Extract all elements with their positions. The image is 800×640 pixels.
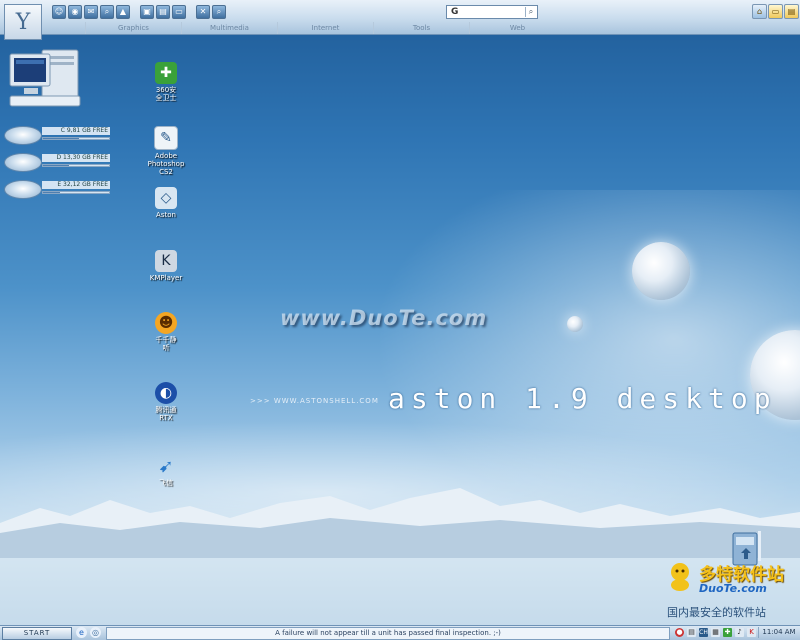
aston-icon: ◇ bbox=[155, 187, 177, 209]
taskbar: START e ◎ A failure will not appear till… bbox=[0, 625, 800, 640]
wallpaper-mountains bbox=[0, 488, 800, 558]
duote-watermark: www.DuoTe.com bbox=[280, 306, 488, 330]
duote-logo-line3: 国内最安全的软件站 bbox=[667, 606, 766, 619]
drive-e-label: E 32,12 GB FREE bbox=[42, 181, 110, 189]
aston-brand-text: aston 1.9 desktop bbox=[388, 382, 777, 415]
show-desktop-icon[interactable]: ◎ bbox=[90, 627, 101, 638]
tray-ime-icon[interactable]: ▦ bbox=[711, 628, 720, 637]
internet-explorer-icon[interactable]: e bbox=[76, 627, 87, 638]
aston-logo-icon: Y bbox=[15, 9, 31, 35]
drive-d-usage-bar bbox=[42, 164, 110, 167]
drive-disc-icon bbox=[4, 153, 42, 172]
tools-icon[interactable]: ✕ bbox=[196, 5, 210, 19]
drive-c-usage-bar bbox=[42, 137, 110, 140]
desktop-icon-label: Aston bbox=[156, 211, 176, 219]
window-minimize-all-icon[interactable]: ▭ bbox=[172, 5, 186, 19]
status-message: A failure will not appear till a unit ha… bbox=[106, 627, 670, 640]
desktop-icon-label: Adobe Photoshop CS2 bbox=[147, 152, 185, 176]
duote-logo-line2: DuoTe.com bbox=[699, 582, 767, 595]
quick-launch-eject-icon[interactable]: ▲ bbox=[116, 5, 130, 19]
quick-launch-search-icon[interactable]: ⌕ bbox=[100, 5, 114, 19]
duote-site-logo: 多特软件站 DuoTe.com 国内最安全的软件站 bbox=[667, 560, 797, 624]
wallpaper-clouds bbox=[380, 190, 800, 520]
shell-menu: Graphics Multimedia Internet Tools Web bbox=[85, 22, 565, 34]
top-bar: Y ☺ ◉ ✉ ⌕ ▲ ▣ ▤ ▭ ✕ ⌕ Graphics Multimedi… bbox=[0, 0, 800, 40]
documents-icon[interactable]: ▤ bbox=[784, 4, 799, 19]
folder-icon[interactable]: ▭ bbox=[768, 4, 783, 19]
fetion-icon: ➹ bbox=[158, 455, 174, 477]
search-input[interactable]: G ⌕ bbox=[446, 5, 538, 19]
desktop-icon-rtx[interactable]: ◐ 腾讯通 RTX bbox=[140, 382, 192, 422]
tray-antivirus-icon[interactable]: ● bbox=[675, 628, 684, 637]
duote-mascot-icon bbox=[671, 563, 689, 591]
desktop-icon-photoshop[interactable]: ✎ Adobe Photoshop CS2 bbox=[140, 126, 192, 176]
my-computer-icon[interactable] bbox=[6, 48, 84, 110]
search-icon[interactable]: ⌕ bbox=[525, 7, 536, 17]
tray-network-icon[interactable]: ▤ bbox=[687, 628, 696, 637]
rtx-icon: ◐ bbox=[155, 382, 177, 404]
menu-web[interactable]: Web bbox=[469, 22, 565, 34]
start-button[interactable]: START bbox=[2, 627, 72, 640]
menu-tools[interactable]: Tools bbox=[373, 22, 469, 34]
search-engine-label: G bbox=[451, 7, 459, 17]
desktop-icon-fetion[interactable]: ➹ 飞信 bbox=[140, 455, 192, 488]
feather-icon: ✎ bbox=[154, 126, 178, 150]
quick-launch-user-icon[interactable]: ☺ bbox=[52, 5, 66, 19]
start-button-label: START bbox=[23, 629, 51, 637]
menu-graphics[interactable]: Graphics bbox=[85, 22, 181, 34]
drive-d-label: D 13,30 GB FREE bbox=[42, 154, 110, 162]
drive-c-label: C 9,81 GB FREE bbox=[42, 127, 110, 135]
taskbar-clock: 11:04 AM bbox=[758, 627, 799, 638]
large-moon bbox=[632, 242, 690, 300]
menu-internet[interactable]: Internet bbox=[277, 22, 373, 34]
kmplayer-icon: K bbox=[155, 250, 177, 272]
tray-360-icon[interactable]: ✚ bbox=[723, 628, 732, 637]
ttplayer-icon: ☻ bbox=[155, 312, 177, 334]
shield-icon: ✚ bbox=[155, 62, 177, 84]
desktop-icon-ttplayer[interactable]: ☻ 千千静 听 bbox=[140, 312, 192, 352]
desktop-icon-label: 360安 全卫士 bbox=[155, 86, 177, 102]
astonshell-url: >>> WWW.ASTONSHELL.COM bbox=[250, 397, 379, 405]
drive-e-usage-bar bbox=[42, 191, 110, 194]
tray-language-icon[interactable]: CH bbox=[699, 628, 708, 637]
desktop-icon-kmplayer[interactable]: K KMPlayer bbox=[140, 250, 192, 282]
quick-launch-mail-icon[interactable]: ✉ bbox=[84, 5, 98, 19]
tray-volume-icon[interactable]: ♪ bbox=[735, 628, 744, 637]
quick-launch-web-icon[interactable]: ◉ bbox=[68, 5, 82, 19]
desktop-icon-label: KMPlayer bbox=[149, 274, 183, 282]
desktop-icon-label: 千千静 听 bbox=[155, 336, 177, 352]
desktop-icon-label: 飞信 bbox=[159, 479, 173, 487]
small-moon bbox=[567, 316, 583, 332]
window-tile-icon[interactable]: ▣ bbox=[140, 5, 154, 19]
aston-menu-button[interactable]: Y bbox=[4, 4, 42, 40]
drive-disc-icon bbox=[4, 126, 42, 145]
menu-multimedia[interactable]: Multimedia bbox=[181, 22, 277, 34]
tray-kaspersky-icon[interactable]: K bbox=[747, 628, 756, 637]
window-cascade-icon[interactable]: ▤ bbox=[156, 5, 170, 19]
drive-e[interactable]: E 32,12 GB FREE bbox=[4, 178, 110, 200]
home-icon[interactable]: ⌂ bbox=[752, 4, 767, 19]
drive-disc-icon bbox=[4, 180, 42, 199]
drive-c[interactable]: C 9,81 GB FREE bbox=[4, 124, 110, 146]
desktop-icon-360-safe[interactable]: ✚ 360安 全卫士 bbox=[140, 62, 192, 102]
find-icon[interactable]: ⌕ bbox=[212, 5, 226, 19]
drive-d[interactable]: D 13,30 GB FREE bbox=[4, 151, 110, 173]
desktop-icon-label: 腾讯通 RTX bbox=[155, 406, 177, 422]
desktop-icon-aston[interactable]: ◇ Aston bbox=[140, 187, 192, 219]
